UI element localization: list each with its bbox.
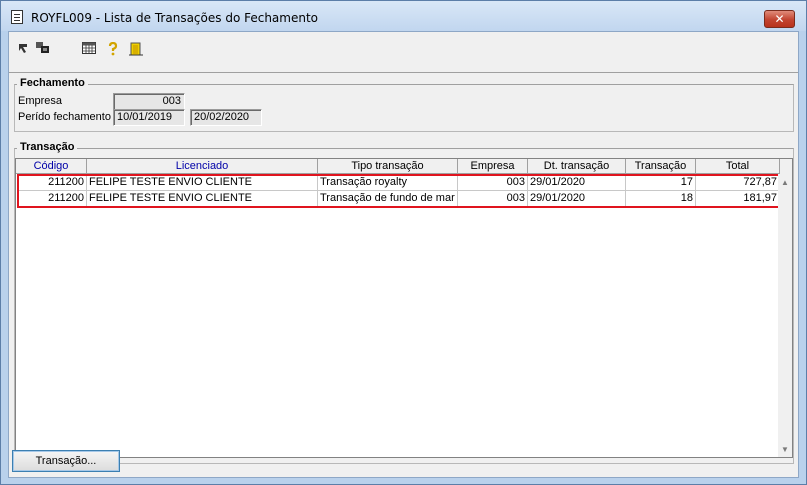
client-area: Fechamento Empresa 003 Perído fechamento… <box>8 31 799 478</box>
help-icon[interactable] <box>106 41 120 56</box>
windows-icon[interactable] <box>36 42 50 56</box>
window-title: ROYFL009 - Lista de Transações do Fecham… <box>31 11 319 25</box>
grid-header: Código Licenciado Tipo transação Empresa… <box>16 159 792 174</box>
periodo-inicio-field[interactable]: 10/01/2019 <box>113 109 185 126</box>
column-header-tipo[interactable]: Tipo transação <box>318 159 458 174</box>
column-header-licenciado[interactable]: Licenciado <box>87 159 318 174</box>
close-button[interactable]: ✕ <box>764 10 795 28</box>
app-window: ROYFL009 - Lista de Transações do Fecham… <box>0 0 807 485</box>
empresa-label: Empresa <box>18 95 63 107</box>
title-bar[interactable]: ROYFL009 - Lista de Transações do Fecham… <box>1 1 806 31</box>
periodo-fim-field[interactable]: 20/02/2020 <box>190 109 262 126</box>
column-header-codigo[interactable]: Código <box>16 159 87 174</box>
column-header-dt[interactable]: Dt. transação <box>528 159 626 174</box>
arrow-back-icon[interactable] <box>16 42 30 56</box>
exit-door-icon[interactable] <box>129 42 143 56</box>
transacao-title: Transação <box>17 141 78 153</box>
scroll-down-icon[interactable]: ▼ <box>781 445 789 454</box>
periodo-label: Perído fechamento <box>18 111 111 123</box>
empresa-field[interactable]: 003 <box>113 93 185 110</box>
transacao-button[interactable]: Transação... <box>12 450 120 472</box>
column-header-total[interactable]: Total <box>696 159 780 174</box>
column-header-transacao[interactable]: Transação <box>626 159 696 174</box>
calendar-grid-icon[interactable] <box>82 42 96 56</box>
scroll-up-icon[interactable]: ▲ <box>781 178 789 187</box>
transacao-grid[interactable]: Código Licenciado Tipo transação Empresa… <box>15 158 793 458</box>
document-icon <box>11 10 23 24</box>
column-header-empresa[interactable]: Empresa <box>458 159 528 174</box>
toolbar-separator <box>9 72 798 73</box>
highlight-box <box>17 174 782 208</box>
toolbar <box>9 32 798 66</box>
vertical-scrollbar[interactable]: ▲ ▼ <box>778 174 792 457</box>
fechamento-title: Fechamento <box>17 77 88 89</box>
